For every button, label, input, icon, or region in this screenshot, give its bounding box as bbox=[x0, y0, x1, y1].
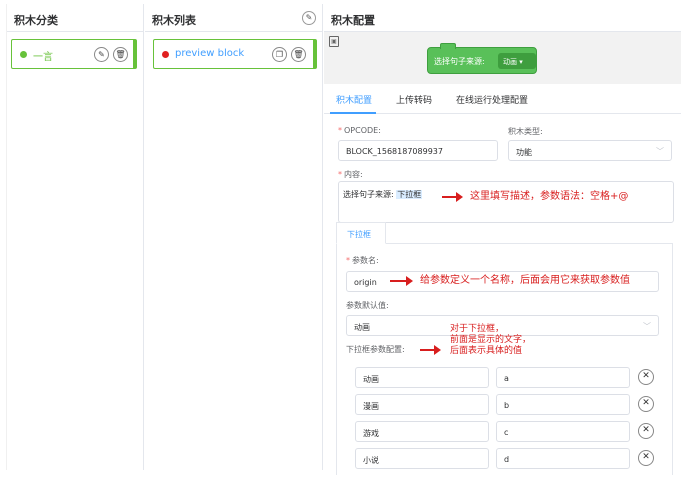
default-value: 动画 bbox=[354, 323, 370, 332]
preview-block[interactable]: 选择句子来源: 动画 ▾ bbox=[427, 43, 537, 74]
category-item-label: 一言 bbox=[33, 52, 53, 63]
category-panel: 积木分类 一言 ✎ 🗑 bbox=[6, 4, 144, 470]
preview-block-text: 选择句子来源: bbox=[434, 57, 485, 66]
annotation-options-note-1: 对于下拉框， bbox=[450, 324, 505, 334]
option-value-input[interactable]: b bbox=[496, 394, 630, 415]
delete-icon[interactable]: 🗑 bbox=[291, 47, 306, 62]
option-value-input[interactable]: d bbox=[496, 448, 630, 469]
block-list-item[interactable]: preview block ❐ 🗑 bbox=[153, 39, 317, 69]
active-tab-indicator bbox=[330, 112, 376, 114]
chevron-down-icon: ﹀ bbox=[656, 147, 664, 156]
caret-down-icon: ▾ bbox=[519, 58, 523, 66]
annotation-arrow bbox=[420, 345, 441, 355]
content-textarea[interactable]: 选择句子来源: 下拉框 bbox=[338, 181, 674, 223]
option-name-input[interactable]: 小说 bbox=[355, 448, 489, 469]
status-dot bbox=[20, 51, 27, 58]
edit-icon[interactable]: ✎ bbox=[94, 47, 109, 62]
delete-icon[interactable]: 🗑 bbox=[113, 47, 128, 62]
tab-block-config[interactable]: 积木配置 bbox=[336, 93, 372, 106]
annotation-content-note: 这里填写描述，参数语法：空格+@ bbox=[470, 191, 629, 202]
block-type-label: 积木类型: bbox=[508, 127, 543, 136]
default-value-label: 参数默认值: bbox=[346, 301, 389, 310]
content-param-highlight: 下拉框 bbox=[396, 190, 423, 199]
block-list-panel: 积木列表 ✎ preview block ❐ 🗑 bbox=[145, 4, 323, 470]
annotation-param-note: 给参数定义一个名称，后面会用它来获取参数值 bbox=[420, 275, 630, 286]
option-name-input[interactable]: 漫画 bbox=[355, 394, 489, 415]
annotation-options-note-3: 后面表示具体的值 bbox=[450, 346, 523, 356]
param-tab-dropdown[interactable]: 下拉框 bbox=[336, 222, 386, 244]
tab-upload-transcode[interactable]: 上传转码 bbox=[396, 93, 432, 106]
annotation-arrow bbox=[390, 276, 413, 286]
tab-online-run-config[interactable]: 在线运行处理配置 bbox=[456, 93, 528, 106]
options-label: 下拉框参数配置: bbox=[346, 345, 405, 354]
remove-option-icon[interactable]: ✕ bbox=[638, 396, 654, 412]
category-item[interactable]: 一言 ✎ 🗑 bbox=[11, 39, 137, 69]
chevron-down-icon: ﹀ bbox=[643, 322, 651, 331]
option-name-input[interactable]: 游戏 bbox=[355, 421, 489, 442]
copy-icon[interactable]: ❐ bbox=[272, 47, 287, 62]
opcode-input[interactable]: BLOCK_1568187089937 bbox=[338, 140, 498, 161]
config-tabs: 积木配置 上传转码 在线运行处理配置 bbox=[324, 84, 681, 114]
option-name-input[interactable]: 动画 bbox=[355, 367, 489, 388]
block-preview: ▣ 选择句子来源: 动画 ▾ bbox=[324, 32, 681, 84]
remove-option-icon[interactable]: ✕ bbox=[638, 369, 654, 385]
annotation-arrow bbox=[442, 192, 463, 202]
block-type-value: 功能 bbox=[516, 148, 532, 157]
preview-dropdown-value: 动画 bbox=[503, 58, 517, 66]
category-panel-title: 积木分类 bbox=[7, 4, 143, 32]
preview-block-dropdown[interactable]: 动画 ▾ bbox=[498, 53, 536, 69]
option-value-input[interactable]: c bbox=[496, 421, 630, 442]
annotation-options-note-2: 前面是显示的文字， bbox=[450, 335, 532, 345]
block-list-item-label: preview block bbox=[175, 48, 245, 59]
block-notch bbox=[440, 43, 456, 49]
remove-option-icon[interactable]: ✕ bbox=[638, 450, 654, 466]
config-panel-title: 积木配置 bbox=[324, 4, 681, 32]
block-list-panel-title: 积木列表 bbox=[145, 4, 322, 32]
block-type-select[interactable]: 功能 ﹀ bbox=[508, 140, 672, 161]
remove-option-icon[interactable]: ✕ bbox=[638, 423, 654, 439]
edit-list-icon[interactable]: ✎ bbox=[302, 11, 316, 25]
param-name-label: * 参数名: bbox=[346, 256, 379, 265]
content-label: * 内容: bbox=[338, 170, 363, 179]
option-value-input[interactable]: a bbox=[496, 367, 630, 388]
opcode-label: * OPCODE: bbox=[338, 126, 381, 135]
content-text: 选择句子来源: bbox=[343, 190, 394, 199]
status-dot bbox=[162, 51, 169, 58]
save-icon[interactable]: ▣ bbox=[329, 36, 339, 47]
config-panel: 积木配置 ▣ 选择句子来源: 动画 ▾ 积木配置 上传转码 在线运行处理配置 *… bbox=[324, 4, 681, 475]
